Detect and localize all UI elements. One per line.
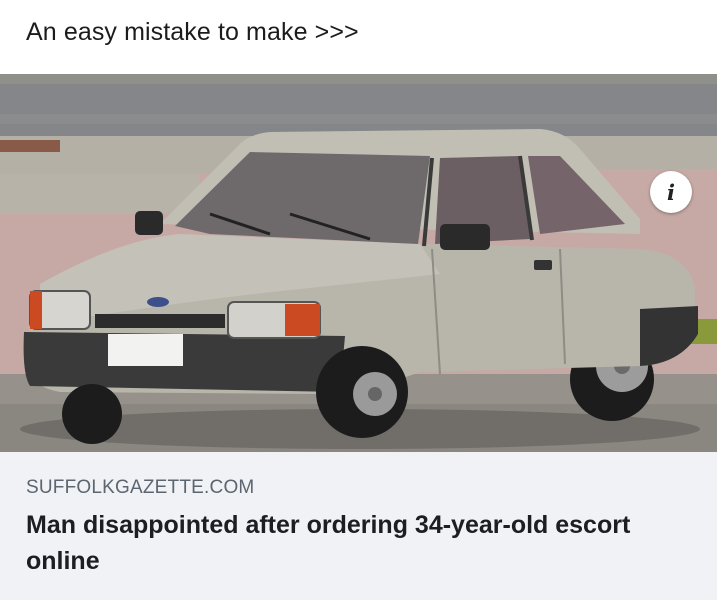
- facebook-post: An easy mistake to make >>> i SUFFOLKGAZ…: [0, 0, 717, 600]
- link-preview-footer[interactable]: SUFFOLKGAZETTE.COM Man disappointed afte…: [0, 452, 717, 600]
- post-header: An easy mistake to make >>>: [0, 0, 717, 74]
- info-button[interactable]: i: [650, 171, 692, 213]
- link-domain: SUFFOLKGAZETTE.COM: [26, 477, 255, 498]
- link-title[interactable]: Man disappointed after ordering 34-year-…: [26, 507, 686, 579]
- info-icon: i: [667, 179, 675, 205]
- car-photo: [0, 74, 717, 452]
- post-caption: An easy mistake to make >>>: [26, 18, 359, 46]
- link-preview-image[interactable]: i: [0, 74, 717, 452]
